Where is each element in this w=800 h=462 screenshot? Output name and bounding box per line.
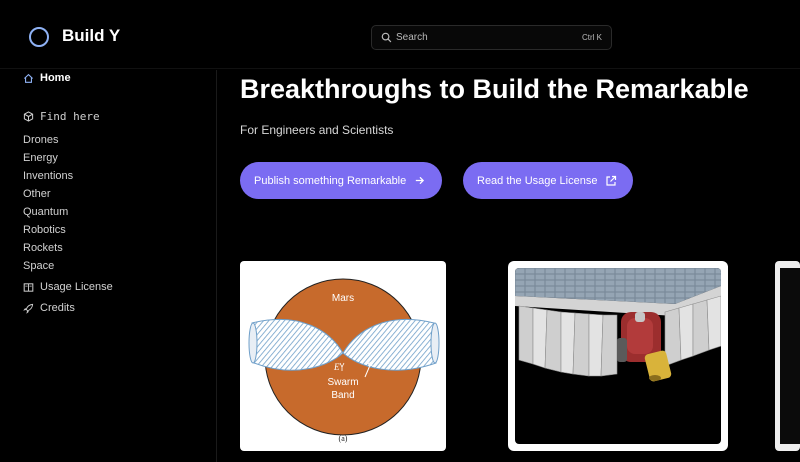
sidebar-item-credits[interactable]: Credits	[23, 302, 75, 314]
read-license-button[interactable]: Read the Usage License	[463, 162, 633, 199]
project-card-solar-robot[interactable]	[508, 261, 728, 451]
search-shortcut: Ctrl K	[582, 33, 602, 42]
project-card-mars[interactable]: Mars E Swarm Band (a)	[240, 261, 446, 451]
sidebar-item-label: Quantum	[23, 206, 69, 218]
sidebar-item-label: Home	[40, 72, 71, 84]
mars-swarm-diagram: Mars E Swarm Band (a)	[248, 278, 440, 443]
band-end-right	[430, 322, 440, 364]
sidebar-item-usage-license[interactable]: Usage License	[23, 281, 113, 293]
external-link-icon	[606, 175, 617, 186]
publish-button[interactable]: Publish something Remarkable	[240, 162, 442, 199]
band-end-left	[248, 322, 258, 364]
project-card-partial[interactable]	[775, 261, 800, 451]
swarm-label: Swarm	[327, 377, 358, 388]
sidebar-item-label: Rockets	[23, 242, 63, 254]
mars-label: Mars	[332, 293, 354, 304]
cube-icon	[23, 111, 34, 122]
search-placeholder: Search	[396, 32, 428, 43]
rocket-icon	[23, 303, 34, 314]
project-card-image	[780, 268, 800, 444]
solar-panel-scene	[515, 268, 721, 382]
sidebar-item-quantum[interactable]: Quantum	[23, 206, 68, 218]
search-icon	[381, 32, 392, 43]
page-title: Breakthroughs to Build the Remarkable	[240, 74, 749, 104]
top-bar: Build Y Search Ctrl K	[0, 0, 800, 70]
sidebar-item-label: Find here	[40, 110, 100, 123]
sidebar-item-rockets[interactable]: Rockets	[23, 242, 63, 254]
sidebar-item-home[interactable]: Home	[23, 72, 71, 84]
sidebar-item-find[interactable]: Find here	[23, 110, 100, 123]
sidebar-item-label: Usage License	[40, 281, 113, 293]
figure-caption: (a)	[339, 434, 348, 443]
header-divider	[0, 68, 800, 69]
brand-name[interactable]: Build Y	[62, 26, 120, 46]
solar-robot-image	[515, 268, 721, 444]
symbol-label: E	[333, 362, 340, 372]
book-icon	[23, 282, 34, 292]
cleaning-robot	[617, 312, 672, 382]
band-label: Band	[331, 390, 354, 401]
sidebar-item-label: Robotics	[23, 224, 66, 236]
sidebar-item-energy[interactable]: Energy	[23, 152, 58, 164]
sidebar-item-inventions[interactable]: Inventions	[23, 170, 73, 182]
sidebar-divider	[216, 70, 217, 462]
sidebar-item-label: Drones	[23, 134, 59, 146]
license-button-label: Read the Usage License	[477, 174, 598, 187]
logo-icon[interactable]	[29, 27, 49, 47]
sidebar-item-label: Space	[23, 260, 55, 272]
sidebar-item-label: Inventions	[23, 170, 74, 182]
home-icon	[23, 73, 34, 83]
sidebar-item-label: Energy	[23, 152, 58, 164]
search-input[interactable]: Search Ctrl K	[371, 25, 612, 50]
sidebar-item-label: Credits	[40, 302, 75, 314]
arrow-right-icon	[416, 176, 425, 185]
sidebar-item-drones[interactable]: Drones	[23, 134, 58, 146]
sidebar-item-other[interactable]: Other	[23, 188, 51, 200]
page-subtitle: For Engineers and Scientists	[240, 123, 394, 137]
sidebar-item-space[interactable]: Space	[23, 260, 54, 272]
sidebar-item-label: Other	[23, 188, 51, 200]
sidebar-item-robotics[interactable]: Robotics	[23, 224, 66, 236]
publish-button-label: Publish something Remarkable	[254, 174, 407, 187]
